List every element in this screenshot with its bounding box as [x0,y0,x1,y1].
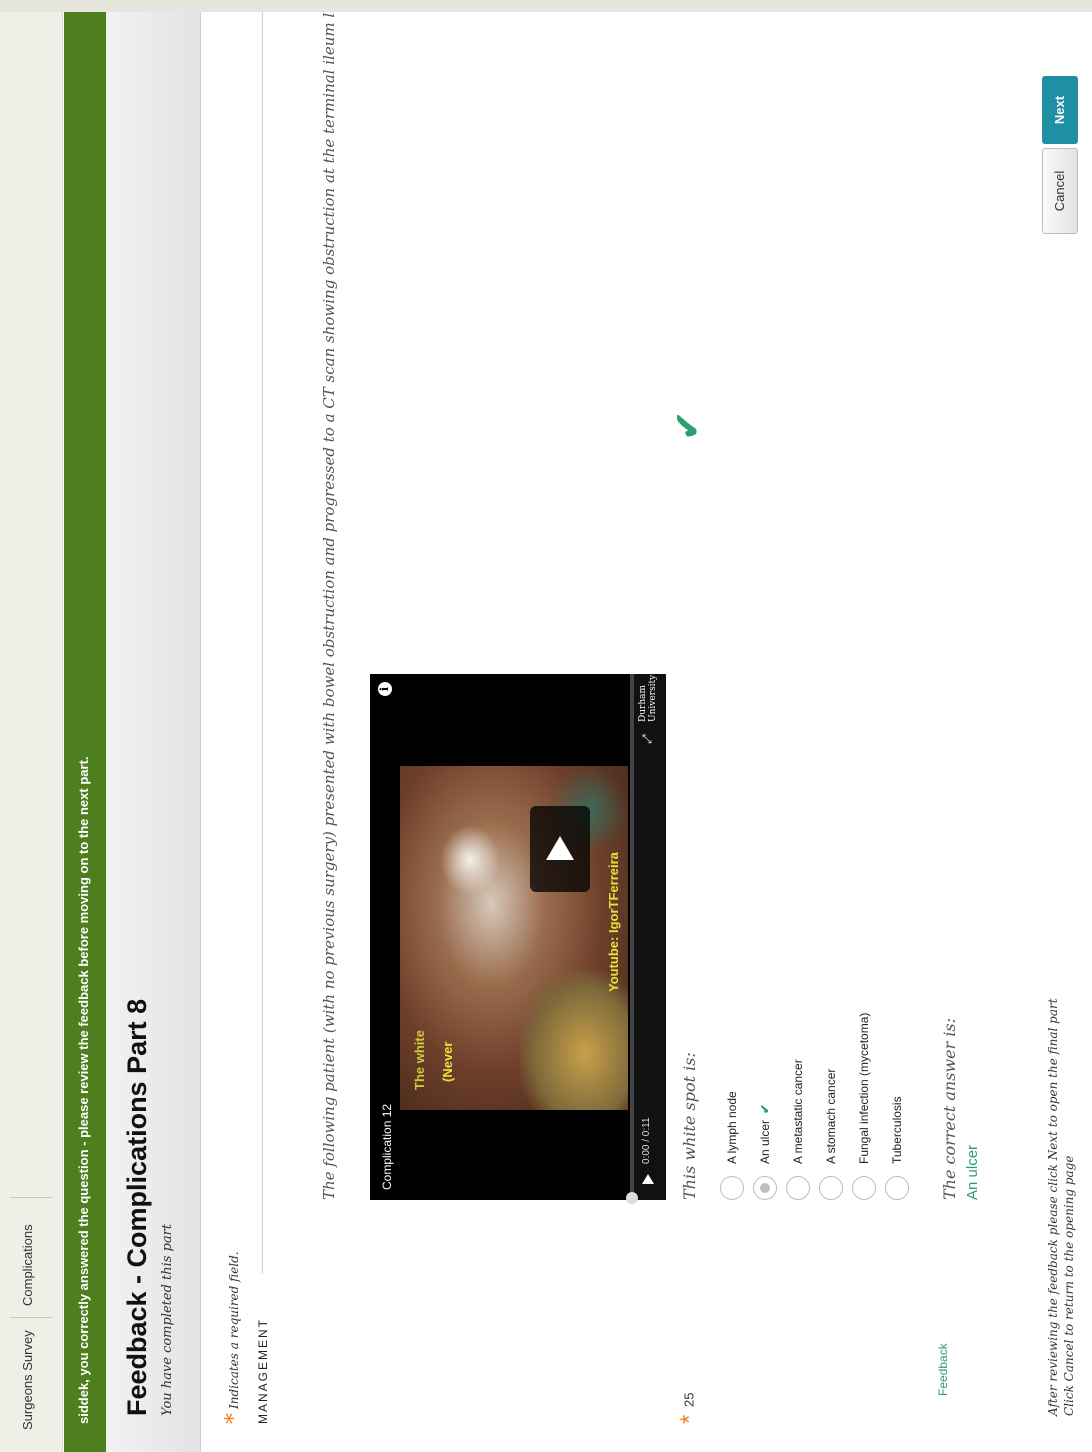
success-banner: siddek, you correctly answered the quest… [64,4,106,1452]
info-icon[interactable]: i [378,682,392,696]
breadcrumb-item-surgeons-survey[interactable]: Surgeons Survey [20,1330,35,1430]
radio-button[interactable] [852,1176,876,1200]
play-button[interactable] [530,806,590,892]
video-player[interactable]: The white (Never Youtube: IgorTFerreira … [370,674,666,1204]
feedback-label: Feedback [936,1343,950,1396]
question-number: * 25 [676,1393,704,1424]
answer-option-label: A metastatic cancer [791,1059,805,1164]
video-frame[interactable]: The white (Never Youtube: IgorTFerreira [400,766,628,1110]
answer-option-label: Tuberculosis [890,1096,904,1164]
answer-option[interactable]: A lymph node [718,860,748,1200]
next-button[interactable]: Next [1042,76,1078,144]
answer-option[interactable]: An ulcer ✔ [751,860,781,1200]
answer-option[interactable]: A metastatic cancer [784,860,814,1200]
required-note: * Indicates a required field. [222,1251,247,1424]
breadcrumb-separator [10,1197,52,1198]
success-banner-text: siddek, you correctly answered the quest… [76,756,91,1424]
answer-option-label: A lymph node [725,1091,739,1164]
video-overlay-text: (Never [440,1041,455,1082]
breadcrumb-item-complications[interactable]: Complications [20,1224,35,1306]
radio-button[interactable] [819,1176,843,1200]
radio-button[interactable] [786,1176,810,1200]
answer-option-label-wrap: An ulcer ✔ [758,1104,772,1164]
answer-option-label: Fungal infection (mycetoma) [857,1012,871,1164]
required-star-icon: * [222,1413,247,1424]
breadcrumb: Surgeons Survey Complications [0,4,63,1452]
question-intro: The following patient (with no previous … [320,0,338,1200]
breadcrumb-separator [10,1317,52,1318]
video-time: 0:00 / 0:11 [641,1117,652,1164]
video-overlay-text: The white [412,1030,427,1090]
section-title: MANAGEMENT [256,1317,270,1424]
question-number-text: 25 [681,1392,697,1408]
window-edge [0,0,1092,12]
page: Surgeons Survey Complications siddek, yo… [0,0,1092,1452]
required-star-icon: * [676,1414,703,1424]
correct-check-icon: ✔ [669,411,707,441]
progress-handle[interactable] [626,1192,638,1204]
title-panel: Feedback - Complications Part 8 You have… [106,4,201,1452]
radio-button-selected[interactable] [753,1176,777,1200]
play-small-icon[interactable] [642,1174,654,1184]
radio-button[interactable] [885,1176,909,1200]
answer-option[interactable]: A stomach cancer [817,860,847,1200]
question-prompt: This white spot is: [680,1052,699,1200]
fullscreen-icon[interactable]: ⤢ [640,734,655,744]
instruction-note: After reviewing the feedback please clic… [1046,998,1060,1416]
instruction-note: Click Cancel to return to the opening pa… [1062,1155,1076,1416]
correct-answer-label: The correct answer is: [940,1017,959,1200]
correct-answer-value: An ulcer [964,1144,981,1200]
answer-option-label: An ulcer [758,1119,772,1164]
answer-option[interactable]: Tuberculosis [883,860,913,1200]
cancel-button[interactable]: Cancel [1042,148,1078,234]
video-controls: 0:00 / 0:11 ⤢ Durham University [626,674,666,1204]
checkmark-icon: ✔ [758,1103,772,1114]
page-title: Feedback - Complications Part 8 [122,998,152,1416]
answer-option[interactable]: Fungal infection (mycetoma) [850,860,880,1200]
play-icon [546,836,574,860]
video-progress-bar[interactable] [626,674,638,1204]
radio-button[interactable] [720,1176,744,1200]
required-note-text: Indicates a required field. [227,1251,241,1409]
university-logo: Durham University [638,674,658,722]
video-title[interactable]: Complication 12 [380,1104,394,1190]
page-subtitle: You have completed this part [160,1223,175,1416]
section-divider [262,4,263,1274]
video-overlay-text: Youtube: IgorTFerreira [606,852,621,992]
answer-option-label: A stomach cancer [824,1068,838,1164]
